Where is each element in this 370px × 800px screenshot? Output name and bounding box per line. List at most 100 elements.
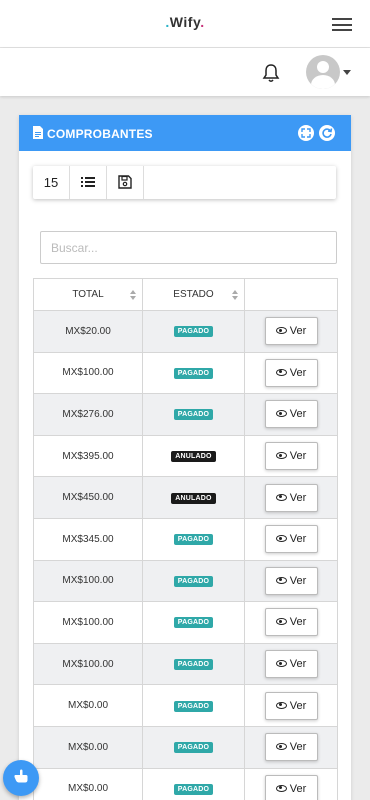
status-badge: PAGADO xyxy=(173,742,214,754)
eye-icon xyxy=(275,743,287,751)
total-cell: MX$450.00 xyxy=(33,476,143,519)
ver-label: Ver xyxy=(289,782,307,795)
floppy-disk-icon[interactable] xyxy=(107,166,144,199)
refresh-icon[interactable] xyxy=(319,125,335,141)
chevron-down-icon[interactable] xyxy=(343,70,351,75)
ver-label: Ver xyxy=(289,658,307,671)
status-badge: PAGADO xyxy=(173,326,214,338)
bell-icon[interactable] xyxy=(262,63,280,83)
table-row: MX$345.00 PAGADO Ver xyxy=(33,517,338,561)
estado-cell: PAGADO xyxy=(142,559,245,603)
table-row: MX$450.00 ANULADO Ver xyxy=(33,476,338,519)
table-row: MX$276.00 PAGADO Ver xyxy=(33,393,338,436)
document-icon xyxy=(33,126,43,139)
total-cell: MX$0.00 xyxy=(33,684,143,727)
top-navbar: .Wify. xyxy=(0,0,370,48)
estado-cell: PAGADO xyxy=(142,767,245,800)
ver-button[interactable]: Ver xyxy=(264,400,318,429)
sort-icon xyxy=(130,290,136,300)
ver-button[interactable]: Ver xyxy=(264,317,318,346)
estado-cell: PAGADO xyxy=(142,310,245,353)
list-icon[interactable] xyxy=(70,166,107,199)
column-header-total[interactable]: TOTAL xyxy=(33,278,143,311)
status-badge: PAGADO xyxy=(173,367,214,379)
action-cell: Ver xyxy=(244,393,338,436)
ver-label: Ver xyxy=(289,574,307,587)
search-input[interactable] xyxy=(40,231,337,264)
status-badge: PAGADO xyxy=(173,617,214,629)
eye-icon xyxy=(275,576,287,584)
ver-button[interactable]: Ver xyxy=(264,525,318,554)
card-header: COMPROBANTES xyxy=(19,115,351,151)
estado-cell: PAGADO xyxy=(142,351,245,395)
ver-button[interactable]: Ver xyxy=(264,358,318,387)
table-row: MX$20.00 PAGADO Ver xyxy=(33,310,338,353)
table-row: MX$0.00 PAGADO Ver xyxy=(33,767,338,800)
action-cell: Ver xyxy=(244,559,338,603)
table-row: MX$395.00 ANULADO Ver xyxy=(33,434,338,478)
total-cell: MX$100.00 xyxy=(33,601,143,644)
sort-icon xyxy=(232,290,238,300)
ver-button[interactable]: Ver xyxy=(264,608,318,637)
expand-icon[interactable] xyxy=(298,125,314,141)
logo-text: Wify xyxy=(169,14,201,30)
status-badge: PAGADO xyxy=(173,409,214,421)
total-cell: MX$20.00 xyxy=(33,310,143,353)
estado-cell: PAGADO xyxy=(142,684,245,727)
total-cell: MX$100.00 xyxy=(33,642,143,686)
table-row: MX$100.00 PAGADO Ver xyxy=(33,601,338,644)
estado-cell: ANULADO xyxy=(142,434,245,478)
total-cell: MX$345.00 xyxy=(33,517,143,561)
total-cell: MX$100.00 xyxy=(33,559,143,603)
total-cell: MX$0.00 xyxy=(33,725,143,769)
status-badge: PAGADO xyxy=(173,700,214,712)
ver-button[interactable]: Ver xyxy=(264,650,318,679)
status-badge: PAGADO xyxy=(173,575,214,587)
estado-cell: PAGADO xyxy=(142,517,245,561)
estado-cell: PAGADO xyxy=(142,393,245,436)
action-cell: Ver xyxy=(244,601,338,644)
action-cell: Ver xyxy=(244,767,338,800)
eye-icon xyxy=(275,660,287,668)
ver-button[interactable]: Ver xyxy=(264,733,318,762)
ver-label: Ver xyxy=(289,450,307,463)
ver-label: Ver xyxy=(289,699,307,712)
ver-label: Ver xyxy=(289,533,307,546)
total-cell: MX$395.00 xyxy=(33,434,143,478)
ver-button[interactable]: Ver xyxy=(264,774,318,800)
action-cell: Ver xyxy=(244,434,338,478)
eye-icon xyxy=(275,784,287,792)
wify-logo[interactable]: .Wify. xyxy=(0,14,370,30)
column-header-estado[interactable]: ESTADO xyxy=(142,278,245,311)
ver-label: Ver xyxy=(289,366,307,379)
hand-pointer-icon[interactable] xyxy=(3,760,39,796)
table-row: MX$100.00 PAGADO Ver xyxy=(33,642,338,686)
table-toolbar: 15 xyxy=(33,166,336,199)
status-badge: PAGADO xyxy=(173,659,214,671)
table-row: MX$0.00 PAGADO Ver xyxy=(33,684,338,727)
ver-label: Ver xyxy=(289,325,307,338)
column-header-actions xyxy=(244,278,338,311)
ver-label: Ver xyxy=(289,741,307,754)
page-size-button[interactable]: 15 xyxy=(33,166,70,199)
eye-icon xyxy=(275,535,287,543)
action-cell: Ver xyxy=(244,725,338,769)
action-cell: Ver xyxy=(244,476,338,519)
comprobantes-table: TOTAL ESTADO MX$20.00 PAGADO Ver MX$100.00 P… xyxy=(33,278,338,800)
eye-icon xyxy=(275,493,287,501)
card-title: COMPROBANTES xyxy=(47,127,153,141)
action-cell: Ver xyxy=(244,684,338,727)
user-toolbar xyxy=(0,48,370,96)
estado-cell: PAGADO xyxy=(142,725,245,769)
ver-button[interactable]: Ver xyxy=(264,442,318,471)
action-cell: Ver xyxy=(244,351,338,395)
eye-icon xyxy=(275,410,287,418)
hamburger-icon[interactable] xyxy=(332,18,352,31)
ver-button[interactable]: Ver xyxy=(264,566,318,595)
table-row: MX$100.00 PAGADO Ver xyxy=(33,559,338,603)
user-avatar-icon[interactable] xyxy=(306,55,340,89)
total-cell: MX$100.00 xyxy=(33,351,143,395)
ver-button[interactable]: Ver xyxy=(264,483,318,512)
status-badge: ANULADO xyxy=(171,451,216,463)
ver-button[interactable]: Ver xyxy=(264,691,318,720)
